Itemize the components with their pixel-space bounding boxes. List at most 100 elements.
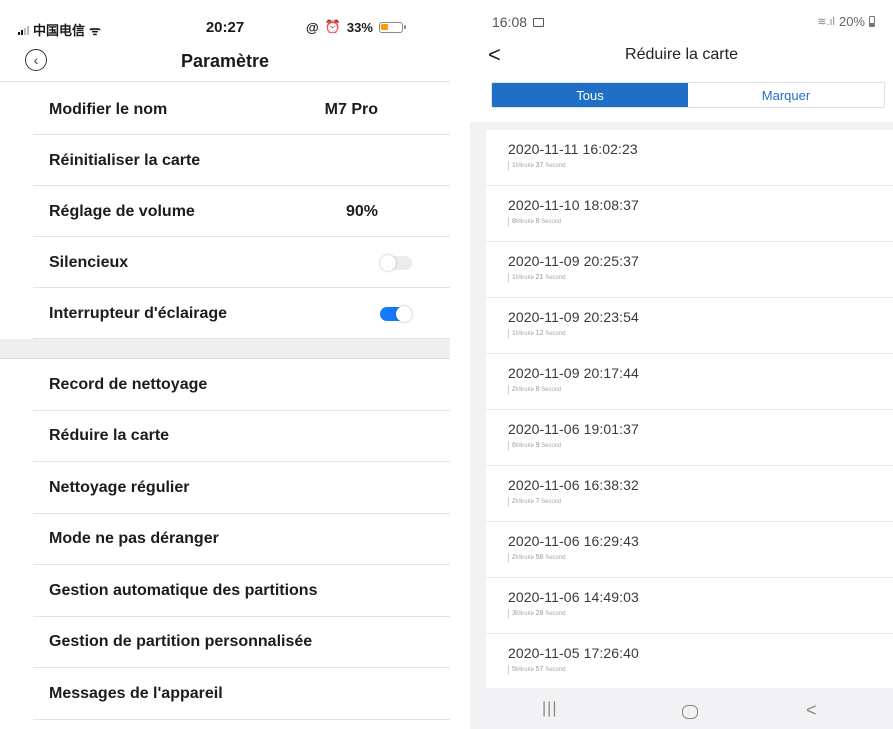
setting-reset-map[interactable]: Réinitialiser la carte: [0, 135, 450, 186]
back-button[interactable]: <: [806, 700, 817, 721]
setting-rename[interactable]: Modifier le nom M7 Pro: [0, 84, 450, 135]
second-unit: Second: [541, 387, 562, 393]
second-unit: Second: [541, 443, 562, 449]
tab-all[interactable]: Tous: [492, 83, 688, 107]
record-row[interactable]: 2020-11-10 18:08:37 8Minute 8 Second: [486, 186, 893, 242]
record-datetime: 2020-11-11 16:02:23: [508, 141, 638, 157]
duration-seconds: 7: [535, 498, 540, 505]
status-indicators: @ ⏰ 33%: [306, 19, 406, 35]
record-row[interactable]: 2020-11-11 16:02:23 1Minute 37 Second: [486, 130, 893, 186]
record-duration: 5Minute 57 Second: [508, 665, 893, 674]
recent-apps-button[interactable]: |||: [542, 700, 557, 718]
setting-device-messages[interactable]: Messages de l'appareil: [0, 668, 450, 720]
record-row[interactable]: 2020-11-05 17:26:40 5Minute 57 Second: [486, 634, 893, 688]
record-row[interactable]: 2020-11-06 14:49:03 3Minute 28 Second: [486, 578, 893, 634]
toggle-knob: [396, 306, 412, 322]
setting-dnd[interactable]: Mode ne pas déranger: [0, 514, 450, 566]
record-duration: 2Minute 8 Second: [508, 385, 893, 394]
status-indicators: ≋.ıl 20%: [817, 14, 875, 29]
battery-icon: [869, 16, 875, 27]
silent-toggle[interactable]: [380, 255, 412, 271]
setting-value: 90%: [345, 202, 378, 220]
second-unit: Second: [545, 611, 566, 617]
minute-unit: Minute: [515, 163, 534, 169]
duration-seconds: 37: [535, 162, 544, 169]
battery-percent: 33%: [346, 19, 373, 35]
minute-unit: Minute: [515, 275, 534, 281]
android-status-bar: 16:08 ≋.ıl 20%: [470, 0, 893, 38]
tab-marked[interactable]: Marquer: [688, 83, 884, 107]
setting-volume[interactable]: Réglage de volume 90%: [0, 186, 450, 237]
toggle-knob: [380, 255, 396, 271]
setting-custom-partition[interactable]: Gestion de partition personnalisée: [0, 617, 450, 669]
android-nav-bar: ||| <: [470, 696, 893, 729]
section-divider: [0, 339, 450, 359]
setting-silent: Silencieux: [0, 237, 450, 288]
second-unit: Second: [545, 667, 566, 673]
record-duration: 6Minute 9 Second: [508, 441, 893, 450]
setting-label: Record de nettoyage: [49, 375, 208, 393]
setting-clean-record[interactable]: Record de nettoyage: [0, 359, 450, 411]
record-row[interactable]: 2020-11-09 20:17:44 2Minute 8 Second: [486, 354, 893, 410]
setting-label: Gestion automatique des partitions: [49, 581, 318, 599]
second-unit: Second: [545, 275, 566, 281]
setting-label: Réduire la carte: [49, 427, 170, 445]
ios-status-bar: 中国电信 ᯤ 20:27 @ ⏰ 33%: [0, 0, 450, 38]
second-unit: Second: [545, 555, 566, 561]
record-datetime: 2020-11-09 20:25:37: [508, 253, 639, 269]
setting-label: Réinitialiser la carte: [49, 151, 201, 169]
page-title: Paramètre: [180, 51, 270, 71]
home-button[interactable]: [682, 705, 698, 719]
record-duration: 1Minute 37 Second: [508, 161, 893, 170]
record-datetime: 2020-11-06 16:38:32: [508, 477, 639, 493]
setting-auto-partition[interactable]: Gestion automatique des partitions: [0, 565, 450, 617]
record-datetime: 2020-11-06 16:29:43: [508, 533, 639, 549]
alarm-icon: ⏰: [324, 19, 341, 34]
duration-seconds: 57: [535, 666, 544, 673]
record-datetime: 2020-11-06 19:01:37: [508, 421, 639, 437]
setting-label: Réglage de volume: [49, 202, 195, 220]
record-row[interactable]: 2020-11-06 19:01:37 6Minute 9 Second: [486, 410, 893, 466]
battery-percent: 20%: [838, 14, 865, 29]
record-row[interactable]: 2020-11-06 16:29:43 2Minute 58 Second: [486, 522, 893, 578]
page-title: Réduire la carte: [625, 46, 738, 63]
duration-seconds: 21: [535, 274, 544, 281]
duration-seconds: 58: [535, 554, 544, 561]
record-row[interactable]: 2020-11-06 16:38:32 2Minute 7 Second: [486, 466, 893, 522]
second-unit: Second: [541, 219, 562, 225]
map-list-screen: 16:08 ≋.ıl 20% < Réduire la carte Tous M…: [470, 0, 893, 729]
minute-unit: Minute: [515, 443, 534, 449]
record-row[interactable]: 2020-11-09 20:25:37 1Minute 21 Second: [486, 242, 893, 298]
record-duration: 1Minute 12 Second: [508, 329, 893, 338]
setting-label: Gestion de partition personnalisée: [49, 633, 313, 651]
minute-unit: Minute: [515, 499, 534, 505]
minute-unit: Minute: [515, 611, 534, 617]
record-row[interactable]: 2020-11-09 20:23:54 1Minute 12 Second: [486, 298, 893, 354]
setting-light-switch: Interrupteur d'éclairage: [0, 288, 450, 339]
minute-unit: Minute: [515, 387, 534, 393]
minute-unit: Minute: [515, 667, 534, 673]
minute-unit: Minute: [515, 219, 534, 225]
setting-scheduled-clean[interactable]: Nettoyage régulier: [0, 462, 450, 514]
record-duration: 2Minute 58 Second: [508, 553, 893, 562]
light-toggle[interactable]: [380, 306, 412, 322]
record-list: 2020-11-11 16:02:23 1Minute 37 Second 2020…: [486, 130, 893, 688]
record-duration: 3Minute 28 Second: [508, 609, 893, 618]
nav-bar: ‹ Paramètre: [0, 44, 450, 82]
nav-bar: < Réduire la carte: [470, 38, 893, 74]
duration-seconds: 8: [535, 218, 540, 225]
wifi-icon: ≋.ıl: [817, 16, 835, 28]
setting-reduce-map[interactable]: Réduire la carte: [0, 411, 450, 463]
record-datetime: 2020-11-10 18:08:37: [508, 197, 639, 213]
segmented-control: Tous Marquer: [491, 82, 885, 108]
settings-screen: 中国电信 ᯤ 20:27 @ ⏰ 33% ‹ Paramètre Modifie…: [0, 0, 450, 729]
record-duration: 8Minute 8 Second: [508, 217, 893, 226]
setting-label: Modifier le nom: [49, 100, 168, 118]
record-datetime: 2020-11-09 20:17:44: [508, 365, 639, 381]
minute-unit: Minute: [515, 331, 534, 337]
second-unit: Second: [545, 163, 566, 169]
duration-seconds: 8: [535, 386, 540, 393]
setting-label: Silencieux: [49, 253, 129, 271]
status-time: 16:08: [492, 14, 528, 30]
duration-seconds: 9: [535, 442, 540, 449]
